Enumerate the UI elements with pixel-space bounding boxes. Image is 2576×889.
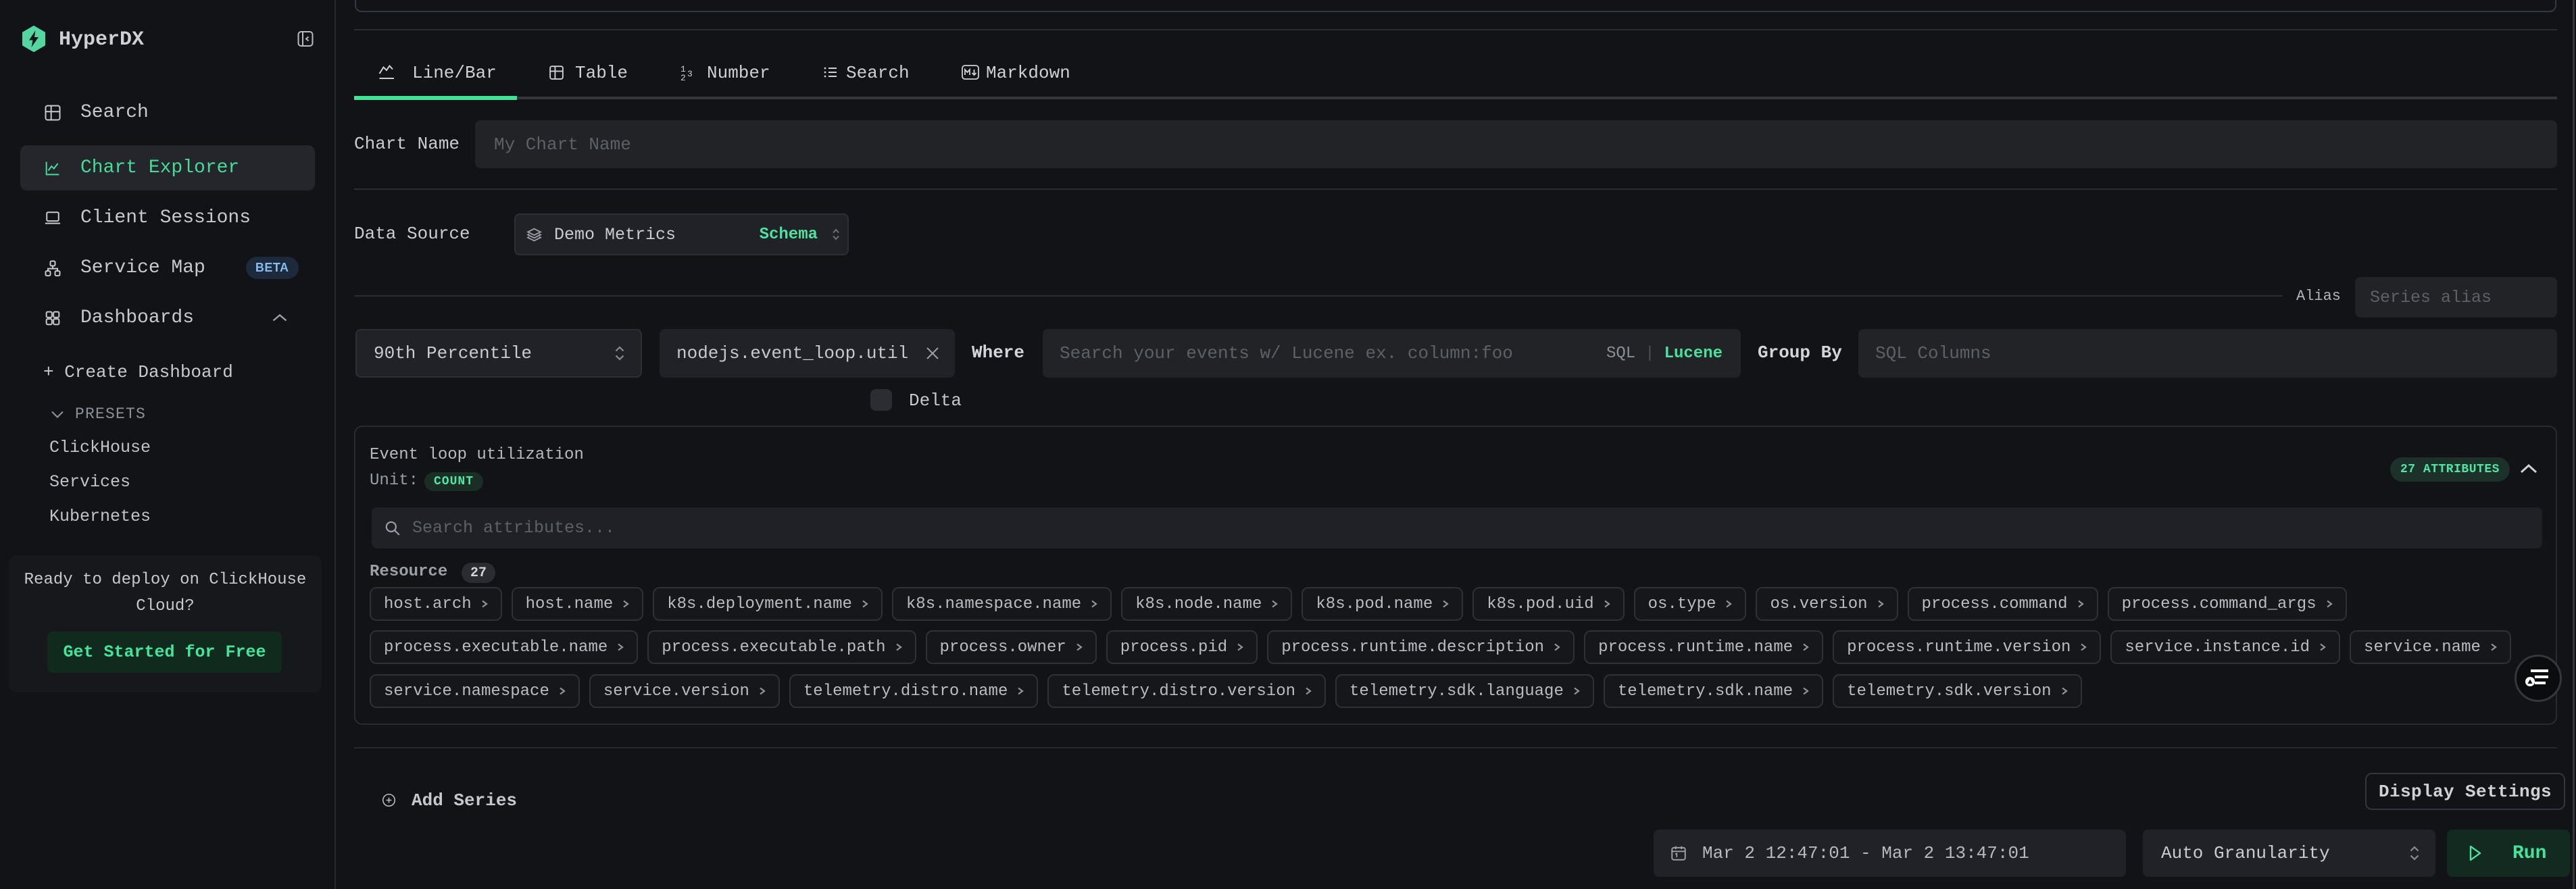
svg-text:2: 2	[680, 73, 686, 81]
svg-text:3: 3	[687, 69, 693, 79]
